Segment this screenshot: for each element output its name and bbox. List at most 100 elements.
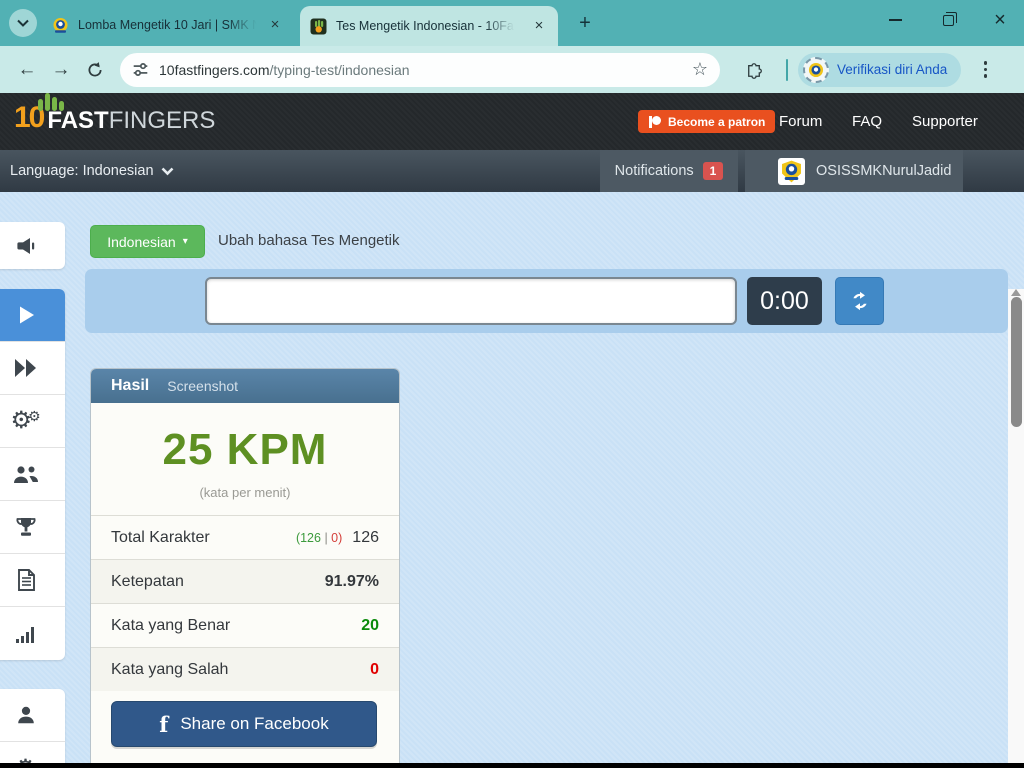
back-button[interactable]: ← xyxy=(10,53,44,87)
tab-tes-mengetik-active[interactable]: Tes Mengetik Indonesian - 10Fa × xyxy=(300,6,558,46)
nav-link-forum[interactable]: Forum xyxy=(779,93,822,150)
stat-row-total-karakter: Total Karakter (126 | 0) 126 xyxy=(91,515,399,559)
url-text[interactable]: 10fastfingers.com/typing-test/indonesian xyxy=(159,62,684,78)
site-logo[interactable]: 10 FASTFINGERS xyxy=(14,101,215,135)
url-bar[interactable]: 10fastfingers.com/typing-test/indonesian… xyxy=(120,53,720,87)
sidebar-item-competitions[interactable] xyxy=(0,501,65,554)
tab-hasil[interactable]: Hasil xyxy=(111,377,149,395)
stat-row-ketepatan: Ketepatan 91.97% xyxy=(91,559,399,603)
become-patron-button[interactable]: Become a patron xyxy=(638,110,775,133)
sidebar-item-advanced-test[interactable] xyxy=(0,342,65,395)
scroll-up-arrow[interactable] xyxy=(1011,289,1021,296)
sidebar-item-text-practice[interactable] xyxy=(0,554,65,607)
stat-label: Total Karakter xyxy=(111,529,296,547)
school-emblem-icon xyxy=(808,62,824,78)
speed-result: 25 KPM (kata per menit) xyxy=(91,403,399,515)
patreon-icon xyxy=(648,115,662,129)
tab-close-icon[interactable]: × xyxy=(530,17,548,35)
profile-verify-label: Verifikasi diri Anda xyxy=(837,62,947,77)
logo-fast: FAST xyxy=(47,107,108,134)
user-icon xyxy=(15,704,37,726)
bookmark-star-icon[interactable]: ☆ xyxy=(692,59,708,80)
forward-button[interactable]: → xyxy=(44,53,78,87)
sidebar-item-custom-test[interactable]: ⚙⚙ xyxy=(0,395,65,448)
stat-label: Kata yang Benar xyxy=(111,617,361,635)
stat-row-kata-salah: Kata yang Salah 0 xyxy=(91,647,399,691)
stat-value: 91.97% xyxy=(325,573,379,591)
language-selector[interactable]: Language: Indonesian xyxy=(10,150,174,192)
caret-down-icon: ▾ xyxy=(183,236,188,247)
username: OSISSMKNurulJadid xyxy=(816,163,951,179)
school-emblem-favicon xyxy=(52,17,69,34)
browser-toolbar: ← → 10fastfingers.com/typing-test/indone… xyxy=(0,46,1024,93)
sub-navigation: Language: Indonesian Notifications 1 OSI… xyxy=(0,150,1024,192)
stat-value: 20 xyxy=(361,617,379,635)
patron-label: Become a patron xyxy=(668,115,765,129)
change-language-text: Ubah bahasa Tes Mengetik xyxy=(218,232,400,249)
scrollbar-thumb[interactable] xyxy=(1011,297,1022,427)
nav-link-faq[interactable]: FAQ xyxy=(852,93,882,150)
tab-title: Tes Mengetik Indonesian - 10Fa xyxy=(336,19,518,33)
tab-close-icon[interactable]: × xyxy=(266,16,284,34)
trophy-icon xyxy=(14,515,38,539)
sidebar-item-profile[interactable] xyxy=(0,689,65,742)
reload-icon xyxy=(86,61,104,79)
toolbar-separator xyxy=(786,59,788,81)
tab-search-button[interactable] xyxy=(9,9,37,37)
chevron-down-icon xyxy=(161,167,174,176)
new-tab-button[interactable]: + xyxy=(572,11,598,37)
chevron-down-icon xyxy=(17,19,29,27)
reload-button[interactable] xyxy=(78,53,112,87)
page-scrollbar[interactable] xyxy=(1008,289,1024,768)
facebook-icon: f xyxy=(159,712,168,737)
sidebar-item-announcements[interactable] xyxy=(0,222,65,269)
browser-menu-button[interactable] xyxy=(975,61,995,78)
gears-icon: ⚙⚙ xyxy=(10,409,40,433)
tab-title: Lomba Mengetik 10 Jari | SMK N xyxy=(78,18,260,32)
minimize-icon xyxy=(889,19,902,21)
sidebar-item-statistics[interactable] xyxy=(0,607,65,660)
logo-fingers: FINGERS xyxy=(109,107,216,134)
restart-test-button[interactable] xyxy=(835,277,884,325)
window-restore-button[interactable] xyxy=(925,0,971,40)
stat-label: Kata yang Salah xyxy=(111,661,370,679)
browser-titlebar: Lomba Mengetik 10 Jari | SMK N × Tes Men… xyxy=(0,0,1024,46)
notifications-button[interactable]: Notifications 1 xyxy=(600,150,738,192)
10fastfingers-favicon xyxy=(310,18,327,35)
browser-window: Lomba Mengetik 10 Jari | SMK N × Tes Men… xyxy=(0,0,1024,768)
kpm-value: 25 KPM xyxy=(91,403,399,475)
sidebar-card-account: ⚙ xyxy=(0,689,65,768)
stat-value: 126 xyxy=(352,529,379,547)
sidebar-item-multiplayer[interactable] xyxy=(0,448,65,501)
close-icon: × xyxy=(994,10,1006,30)
test-language-dropdown[interactable]: Indonesian ▾ xyxy=(90,225,205,258)
keystroke-breakdown: (126 | 0) xyxy=(296,531,342,545)
sidebar-card-announcements xyxy=(0,222,65,269)
tab-screenshot[interactable]: Screenshot xyxy=(167,378,238,394)
logo-wordmark: FASTFINGERS xyxy=(47,107,215,135)
user-menu[interactable]: OSISSMKNurulJadid xyxy=(745,150,963,192)
extensions-button[interactable] xyxy=(738,53,772,87)
restore-icon xyxy=(943,15,954,26)
stat-value: 0 xyxy=(370,661,379,679)
stat-row-kata-benar: Kata yang Benar 20 xyxy=(91,603,399,647)
sidebar-item-typing-test[interactable] xyxy=(0,289,65,342)
typing-test-bar: 0:00 xyxy=(85,269,1008,333)
tab-lomba-mengetik[interactable]: Lomba Mengetik 10 Jari | SMK N × xyxy=(42,8,294,42)
window-minimize-button[interactable] xyxy=(872,0,918,40)
url-path: /typing-test/indonesian xyxy=(270,62,410,78)
share-facebook-button[interactable]: f Share on Facebook xyxy=(111,701,377,747)
timer-display: 0:00 xyxy=(747,277,822,325)
puzzle-icon xyxy=(746,61,764,79)
school-emblem-icon xyxy=(780,160,803,183)
play-icon xyxy=(14,303,38,327)
user-avatar xyxy=(778,158,805,185)
nav-link-supporter[interactable]: Supporter xyxy=(912,93,978,150)
typing-input[interactable] xyxy=(205,277,737,325)
users-icon xyxy=(12,463,40,485)
notifications-badge: 1 xyxy=(703,162,724,180)
window-close-button[interactable]: × xyxy=(977,0,1023,40)
profile-verify-button[interactable]: Verifikasi diri Anda xyxy=(798,53,961,87)
language-label: Language: Indonesian xyxy=(10,163,154,179)
site-settings-icon[interactable] xyxy=(132,61,149,78)
